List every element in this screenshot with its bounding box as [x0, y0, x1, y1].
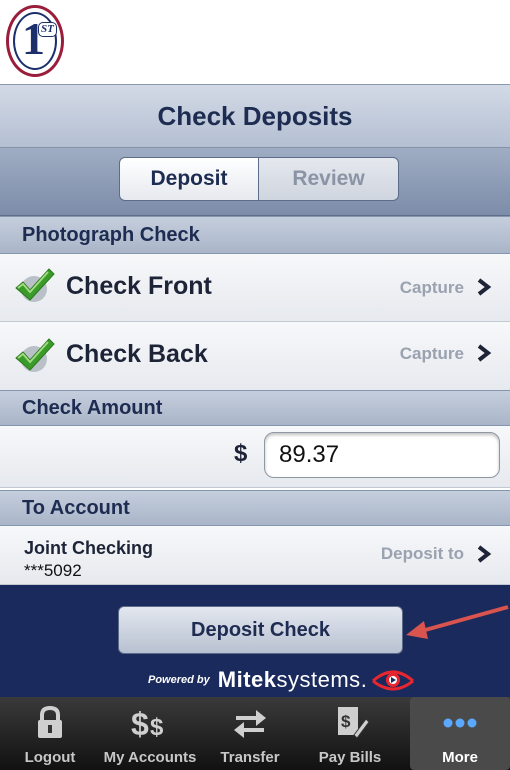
amount-input[interactable] — [264, 432, 500, 478]
account-row[interactable]: Joint Checking ***5092 Deposit to — [0, 526, 510, 585]
check-back-row[interactable]: Check Back Capture — [0, 322, 510, 392]
pointer-arrow-icon — [406, 605, 509, 639]
account-number: ***5092 — [24, 561, 82, 580]
account-name: Joint Checking — [24, 538, 154, 558]
section-header-amount: Check Amount — [0, 390, 510, 426]
chevron-right-icon — [477, 545, 492, 563]
mitek-eye-icon — [372, 670, 415, 691]
svg-text:$: $ — [150, 714, 164, 739]
lock-icon — [38, 705, 62, 738]
capture-back-link[interactable]: Capture — [400, 344, 464, 364]
tab-pay-bills[interactable]: $ Pay Bills — [300, 697, 400, 770]
tab-my-accounts[interactable]: $ $ My Accounts — [100, 697, 200, 770]
tab-label-my-accounts: My Accounts — [103, 749, 197, 766]
tab-more[interactable]: More — [410, 697, 510, 770]
tab-label-transfer: Transfer — [220, 749, 280, 766]
checkmark-icon — [15, 338, 55, 372]
check-front-label: Check Front — [66, 272, 212, 300]
powered-by-badge: Powered by Miteksystems. — [148, 667, 415, 693]
bank-logo: 1 ST — [6, 5, 64, 77]
tab-transfer[interactable]: Transfer — [200, 697, 300, 770]
transfer-arrows-icon — [234, 710, 266, 738]
mitek-brand-suffix: . — [360, 667, 368, 692]
currency-symbol: $ — [234, 440, 248, 467]
tab-logout[interactable]: Logout — [0, 697, 100, 770]
check-back-label: Check Back — [66, 340, 208, 368]
mitek-brand-rest: systems — [276, 667, 361, 692]
capture-front-link[interactable]: Capture — [400, 278, 464, 298]
check-front-row[interactable]: Check Front Capture — [0, 254, 510, 322]
logo-area: 1 ST — [0, 0, 510, 84]
page-title: Check Deposits — [157, 100, 353, 131]
powered-by-text: Powered by — [148, 674, 210, 686]
deposit-to-link[interactable]: Deposit to — [381, 544, 464, 564]
tab-review[interactable]: Review — [259, 157, 399, 201]
bill-pen-icon: $ — [338, 707, 370, 739]
tab-label-logout: Logout — [24, 749, 76, 766]
amount-row: $ — [0, 426, 510, 488]
chevron-right-icon — [477, 278, 492, 296]
tab-deposit[interactable]: Deposit — [119, 157, 259, 201]
tab-label-more: More — [442, 749, 478, 766]
svg-text:$: $ — [131, 706, 149, 739]
section-header-to-account: To Account — [0, 490, 510, 526]
more-dots-icon — [443, 718, 477, 728]
svg-text:$: $ — [341, 712, 351, 731]
bottom-tab-bar: Logout $ $ My Accounts Transfer $ Pay Bi… — [0, 697, 510, 770]
checkmark-icon — [15, 268, 55, 302]
tab-label-pay-bills: Pay Bills — [318, 749, 382, 766]
action-bar: Deposit Check Powered by Miteksystems. — [0, 585, 510, 697]
section-header-photograph: Photograph Check — [0, 216, 510, 254]
segmented-bar: Deposit Review — [0, 148, 510, 216]
deposit-check-button[interactable]: Deposit Check — [118, 606, 403, 654]
dollar-signs-icon: $ $ — [131, 706, 164, 739]
mitek-brand-bold: Mitek — [217, 667, 277, 692]
chevron-right-icon — [477, 344, 492, 362]
logo-superscript: ST — [38, 22, 57, 37]
title-bar: Check Deposits — [0, 84, 510, 148]
mitek-logo-text: Miteksystems. — [218, 667, 368, 693]
